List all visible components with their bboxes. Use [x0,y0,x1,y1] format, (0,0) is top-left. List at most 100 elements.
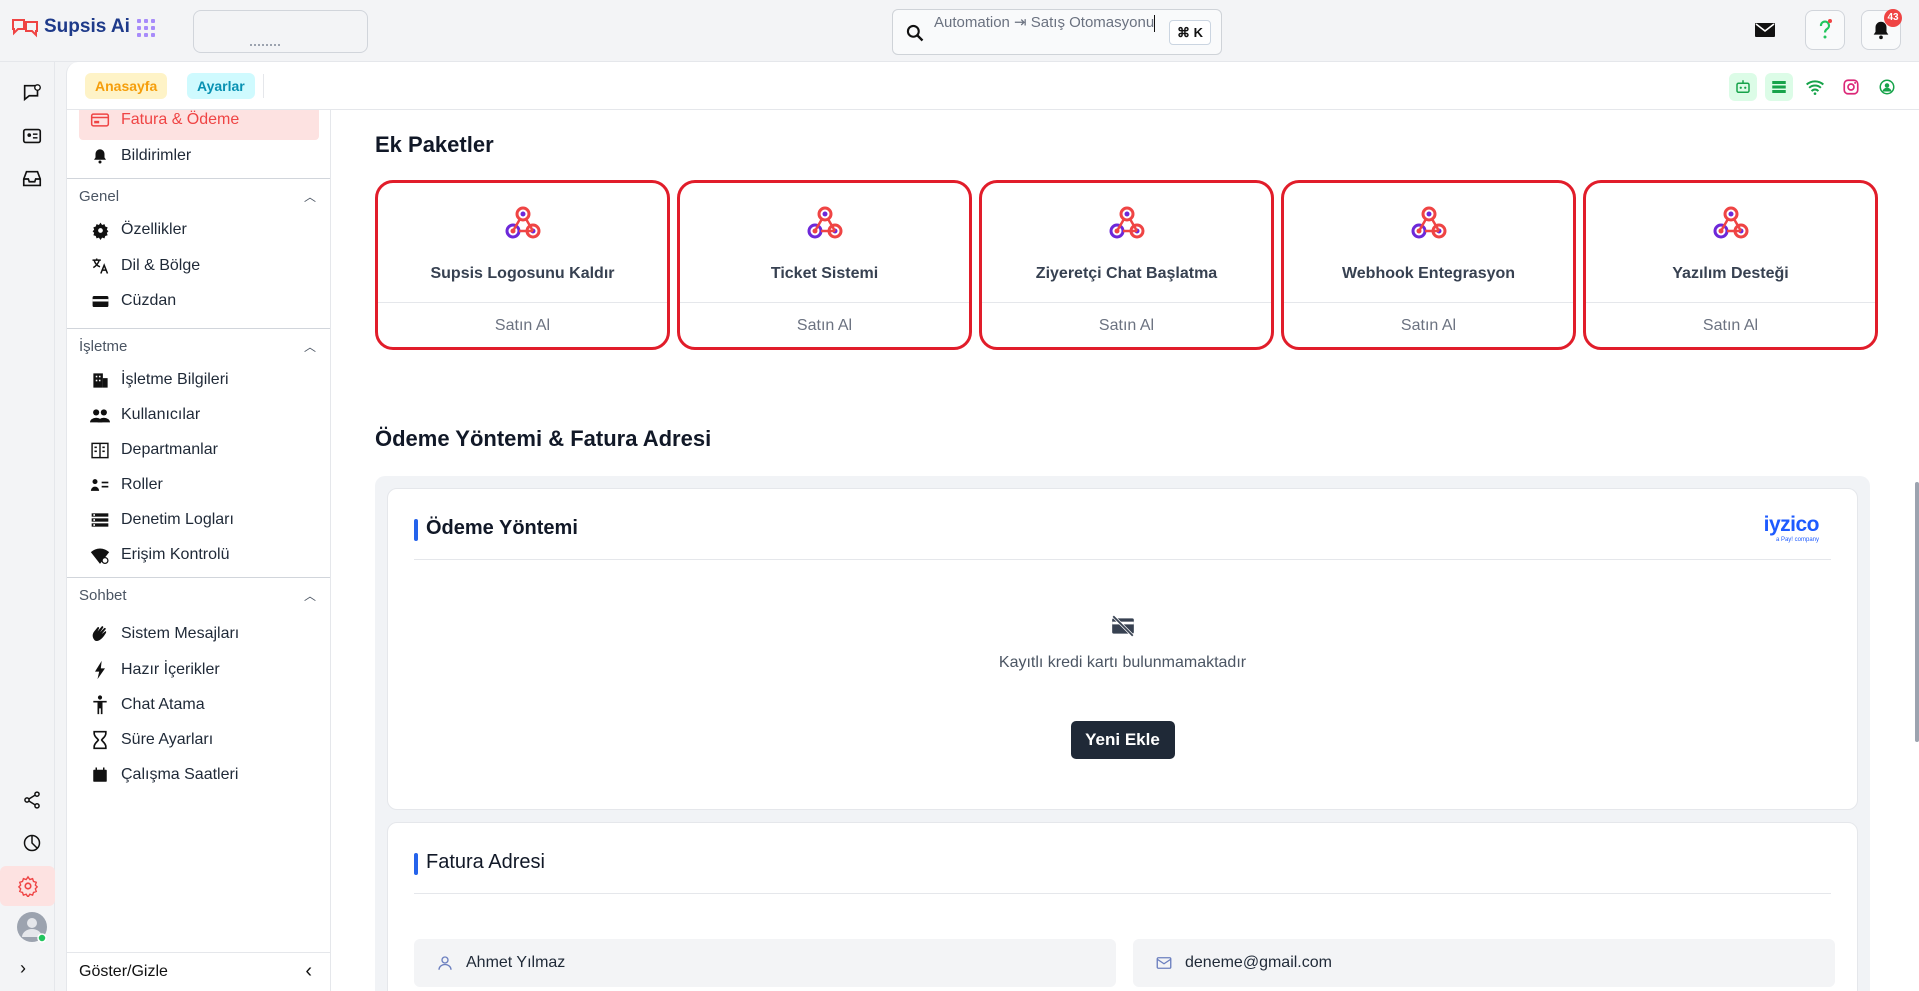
sidebar-item[interactable]: Erişim Kontrolü [79,535,319,575]
package-card[interactable]: Webhook Entegrasyon Satın Al [1281,180,1576,350]
sidebar-item-label: Sistem Mesajları [121,625,240,642]
person-icon [90,695,110,715]
settings-gear-icon [17,875,38,897]
webhook-icon [503,203,543,243]
sidebar-item[interactable]: Roller [79,465,319,505]
breadcrumb-home[interactable]: Anasayfa [85,73,168,99]
server-icon[interactable] [1765,73,1793,101]
buy-button[interactable]: Satın Al [680,317,969,335]
rail-share-button[interactable] [12,780,52,820]
empty-cards-message: Kayıtlı kredi kartı bulunmamaktadır [998,654,1247,671]
help-icon [1819,19,1832,39]
package-title: Webhook Entegrasyon [1341,265,1516,282]
collapse-arrow-icon[interactable]: ‹ [305,960,312,983]
help-button[interactable] [1805,10,1845,50]
contact-card-icon [22,128,42,144]
sidebar-item[interactable]: Chat Atama [79,685,319,725]
buy-button[interactable]: Satın Al [1586,317,1875,335]
apps-grid-icon[interactable] [137,19,155,37]
buy-button[interactable]: Satın Al [378,317,667,335]
sidebar-item[interactable]: Sistem Mesajları [79,614,319,654]
billing-icon [90,110,110,130]
search-input[interactable]: Automation ⇥ Satış Otomasyonu [934,12,1164,33]
package-title: Ticket Sistemi [770,265,879,282]
billing-name-field[interactable]: Ahmet Yılmaz [414,939,1116,987]
add-card-button[interactable]: Yeni Ekle [1070,721,1175,759]
sidebar-item[interactable]: Dil & Bölge [79,246,319,286]
sidebar-item[interactable]: Çalışma Saatleri [79,755,319,795]
package-card[interactable]: Yazılım Desteği Satın Al [1583,180,1878,350]
buy-button[interactable]: Satın Al [1284,317,1573,335]
icon-rail [0,62,55,991]
expand-rail-icon[interactable]: › [20,958,26,979]
settings-sidebar: Fatura & Ödeme Bildirimler Genel ︿ Özellikle… [66,110,331,991]
webhook-icon [1409,203,1449,243]
breadcrumb-settings[interactable]: Ayarlar [187,73,255,99]
sidebar-item-label: Bildirimler [121,147,192,164]
sidebar-item[interactable]: Denetim Logları [79,500,319,540]
sidebar-toggle-label: Göster/Gizle [79,963,168,980]
channel-status-icons [1729,73,1901,101]
rail-avatar[interactable] [12,907,52,947]
sidebar-item[interactable]: Cüzdan [79,281,319,321]
logs-icon [90,510,110,530]
sidebar-section-title: Genel [79,188,120,205]
search-shortcut: ⌘ K [1169,20,1211,45]
bell-icon [90,146,110,166]
main-scrollbar[interactable] [1915,482,1919,742]
supsis-logo-icon [10,16,40,38]
webhook-icon [1107,203,1147,243]
sidebar-item[interactable]: Hazır İçerikler [79,650,319,690]
payment-method-title: Ödeme Yöntemi [414,517,578,541]
sidebar-item-label: Chat Atama [121,696,205,713]
sidebar-section-header[interactable]: Genel ︿ [67,178,330,214]
sidebar-item-label: Departmanlar [121,441,218,458]
sidebar-item[interactable]: Süre Ayarları [79,720,319,760]
chevron-up-icon[interactable]: ︿ [304,578,316,614]
billing-name-value: Ahmet Yılmaz [466,954,566,971]
support-agent-icon[interactable] [1873,73,1901,101]
gear-icon [90,220,110,240]
rail-contacts-button[interactable] [12,116,52,156]
workspace-selector[interactable] [193,10,368,53]
calendar-icon [90,765,110,785]
rail-inbox-button[interactable] [12,159,52,199]
waving-hand-icon [90,624,110,644]
sidebar-item[interactable]: Bildirimler [79,136,319,176]
search-box[interactable]: Automation ⇥ Satış Otomasyonu ⌘ K [892,9,1222,55]
sidebar-item-label: Hazır İçerikler [121,661,220,678]
rail-reports-button[interactable] [12,823,52,863]
mail-outline-icon [1156,957,1172,969]
package-card[interactable]: Supsis Logosunu Kaldır Satın Al [375,180,670,350]
sidebar-section-header[interactable]: İşletme ︿ [67,328,330,364]
package-title: Supsis Logosunu Kaldır [430,265,615,282]
chat-icon [23,84,41,102]
users-icon [90,405,110,425]
sidebar-section-header[interactable]: Sohbet ︿ [67,577,330,614]
mail-button[interactable] [1745,10,1785,50]
package-card[interactable]: Ticket Sistemi Satın Al [677,180,972,350]
sidebar-item-label: Dil & Bölge [121,257,201,274]
package-card[interactable]: Ziyeretçi Chat Başlatma Satın Al [979,180,1274,350]
sidebar-item-label: İşletme Bilgileri [121,371,229,388]
rail-chat-button[interactable] [12,73,52,113]
sidebar-item[interactable]: Kullanıcılar [79,395,319,435]
sidebar-item-label: Özellikler [121,221,187,238]
wifi-icon[interactable] [1801,73,1829,101]
app-logo[interactable]: Supsis Ai [10,16,130,38]
access-control-icon [90,545,110,565]
bot-icon[interactable] [1729,73,1757,101]
buy-button[interactable]: Satın Al [982,317,1271,335]
billing-address-panel: Fatura Adresi Ahmet Yılmaz deneme@gmail.… [387,822,1858,991]
notifications-button[interactable]: 43 [1861,9,1902,50]
sidebar-item-label: Cüzdan [121,292,177,309]
sidebar-item-label: Fatura & Ödeme [121,111,240,128]
billing-email-field[interactable]: deneme@gmail.com [1133,939,1835,987]
package-title: Ziyeretçi Chat Başlatma [1035,265,1218,282]
sidebar-toggle[interactable]: Göster/Gizle ‹ [66,952,331,991]
sidebar-item[interactable]: Departmanlar [79,430,319,470]
sidebar-item[interactable]: Özellikler [79,210,319,250]
instagram-icon[interactable] [1837,73,1865,101]
rail-settings-button[interactable] [0,866,55,906]
sidebar-item[interactable]: İşletme Bilgileri [79,360,319,400]
